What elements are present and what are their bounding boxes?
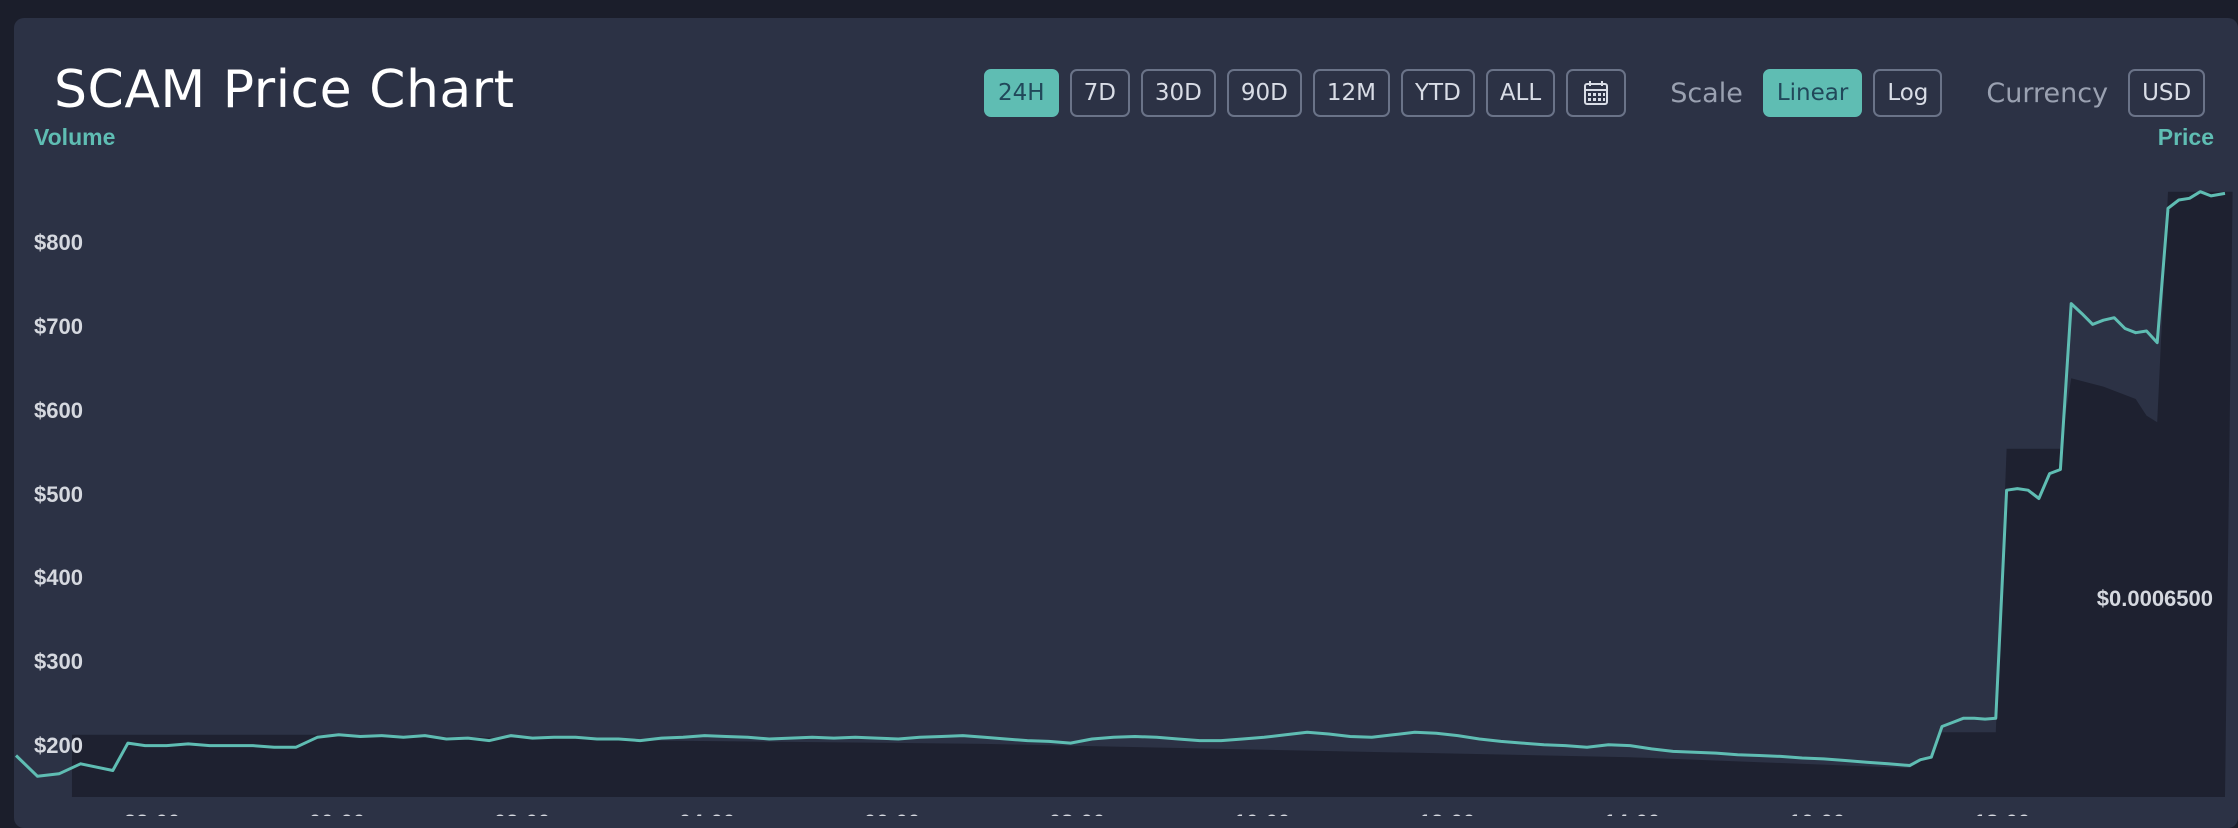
volume-tick-label: $700 [34,314,83,339]
x-tick-label: 04:00 [679,810,735,816]
volume-tick-label: $600 [34,398,83,423]
x-tick-label: 02:00 [494,810,550,816]
volume-tick-label: $500 [34,482,83,507]
volume-tick-label: $200 [34,733,83,758]
volume-tick-label: $400 [34,565,83,590]
price-chart: $200 $300 $400 $500 $600 $700 $800 22:00 00:00 02… [14,190,2233,816]
x-tick-label: 22:00 [124,810,180,816]
x-tick-label: 16:00 [1789,810,1845,816]
x-tick-label: 10:00 [1234,810,1290,816]
volume-tick-label: $800 [34,230,83,255]
x-tick-label: 08:00 [1049,810,1105,816]
volume-area [71,191,2233,797]
price-line [14,190,2226,778]
x-tick-label: 14:00 [1604,810,1660,816]
volume-tick-label: $300 [34,649,83,674]
x-tick-label: 18:00 [1974,810,2030,816]
x-tick-label: 00:00 [309,810,365,816]
x-tick-label: 12:00 [1419,810,1475,816]
current-price-label: $0.0006500 [2097,586,2213,611]
x-tick-label: 06:00 [864,810,920,816]
